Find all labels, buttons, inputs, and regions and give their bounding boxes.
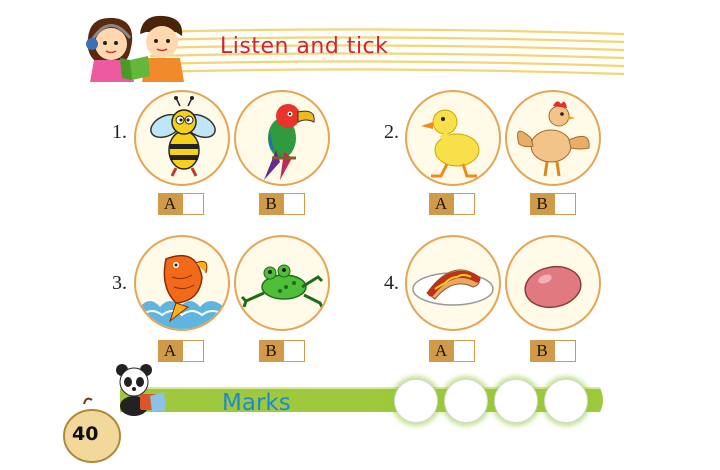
bee-icon — [150, 96, 216, 177]
duck-icon — [421, 109, 480, 178]
option-2a-picture[interactable] — [405, 90, 501, 186]
marks-label: Marks — [222, 390, 291, 416]
option-2b: B — [530, 193, 576, 215]
option-4a-picture[interactable] — [405, 235, 501, 331]
option-3b: B — [259, 340, 305, 362]
option-label: B — [530, 193, 554, 215]
fish-icon — [140, 254, 225, 329]
option-label: A — [429, 340, 453, 362]
option-2a: A — [429, 193, 475, 215]
egg-icon — [524, 265, 582, 309]
option-3a-picture[interactable] — [134, 235, 230, 331]
option-4b-picture[interactable] — [505, 235, 601, 331]
option-1a: A — [158, 193, 204, 215]
question-number-4: 4. — [384, 272, 399, 294]
option-1b-picture[interactable] — [234, 90, 330, 186]
option-label: B — [259, 340, 283, 362]
tick-box-2a[interactable] — [453, 193, 475, 215]
question-number-1: 1. — [112, 121, 127, 143]
option-3a: A — [158, 340, 204, 362]
marks-bar — [63, 364, 603, 463]
page-title: Listen and tick — [220, 34, 389, 59]
tick-box-3a[interactable] — [182, 340, 204, 362]
option-label: A — [158, 193, 182, 215]
option-label: A — [158, 340, 182, 362]
question-number-2: 2. — [384, 121, 399, 143]
hotdog-icon — [412, 269, 494, 306]
option-4a: A — [429, 340, 475, 362]
children-reading-icon — [86, 15, 184, 82]
tick-box-1b[interactable] — [283, 193, 305, 215]
option-3b-picture[interactable] — [234, 235, 330, 331]
tick-box-4a[interactable] — [453, 340, 475, 362]
option-label: B — [530, 340, 554, 362]
tick-box-3b[interactable] — [283, 340, 305, 362]
page-number: 40 — [72, 423, 99, 445]
mark-slot-2[interactable] — [444, 379, 488, 423]
tick-box-2b[interactable] — [554, 193, 576, 215]
mark-slot-1[interactable] — [394, 379, 438, 423]
question-number-3: 3. — [112, 272, 127, 294]
option-2b-picture[interactable] — [505, 90, 601, 186]
tick-box-1a[interactable] — [182, 193, 204, 215]
option-1b: B — [259, 193, 305, 215]
frog-icon — [240, 264, 324, 308]
option-label: A — [429, 193, 453, 215]
tick-box-4b[interactable] — [554, 340, 576, 362]
option-4b: B — [530, 340, 576, 362]
option-1a-picture[interactable] — [134, 90, 230, 186]
mark-slot-4[interactable] — [544, 379, 588, 423]
hen-icon — [517, 101, 590, 177]
mark-slot-3[interactable] — [494, 379, 538, 423]
parrot-icon — [264, 104, 315, 180]
option-label: B — [259, 193, 283, 215]
